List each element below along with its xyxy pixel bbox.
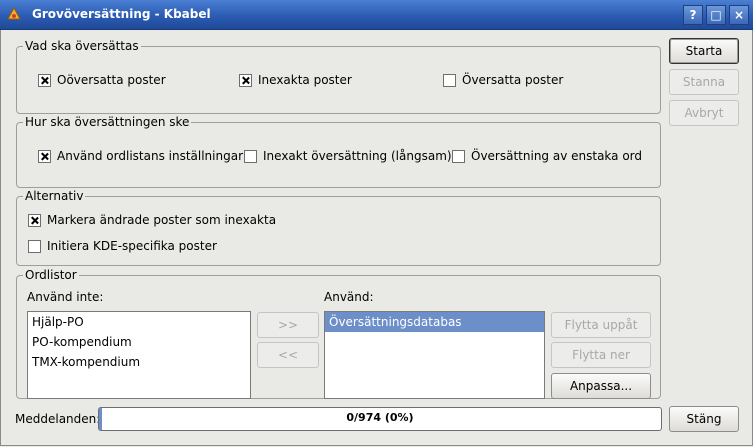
checkbox-unchecked-icon[interactable] [244,149,257,163]
checkbox-label: Initiera KDE-specifika poster [47,239,217,253]
customize-button[interactable]: Anpassa... [551,373,651,399]
group-title-how: Hur ska översättningen ske [23,115,192,129]
checkbox-label: Inexakt översättning (långsam) [263,149,452,163]
checkbox-label: Oöversatta poster [57,73,166,87]
list-item[interactable]: Hjälp-PO [28,312,250,332]
checkbox-checked-icon[interactable] [38,149,51,163]
checkbox-checked-icon[interactable] [28,213,41,227]
kbabel-app-icon [7,6,21,20]
add-dictionary-button[interactable]: >> [257,312,319,338]
group-how-to-translate: Hur ska översättningen ske Använd ordlis… [16,115,661,188]
used-dictionaries-list[interactable]: Översättningsdatabas [324,311,545,399]
checkbox-untranslated[interactable]: Oöversatta poster [38,73,166,87]
dialog-body: Vad ska översättas Oöversatta poster Ine… [0,30,753,446]
checkbox-label: Använd ordlistans inställningar [57,149,244,163]
group-dictionaries: Ordlistor Använd inte: Använd: Hjälp-PO … [16,268,661,399]
checkbox-fuzzy-translation[interactable]: Inexakt översättning (långsam) [244,149,452,163]
checkbox-unchecked-icon[interactable] [452,149,465,163]
group-title-what: Vad ska översättas [23,39,141,53]
start-button[interactable]: Starta [669,38,739,64]
list-item[interactable]: Översättningsdatabas [325,312,544,332]
messages-label: Meddelanden: [15,412,101,426]
close-icon[interactable]: × [729,5,749,25]
progress-text: 0/974 (0%) [346,411,414,424]
move-down-button[interactable]: Flytta ner [551,342,651,368]
checkbox-translated[interactable]: Översatta poster [443,73,563,87]
unused-dictionaries-label: Använd inte: [27,290,104,304]
group-what-to-translate: Vad ska översättas Oöversatta poster Ine… [16,39,661,114]
group-title-dictionaries: Ordlistor [23,268,79,282]
checkbox-label: Översatta poster [462,73,564,87]
checkbox-unchecked-icon[interactable] [28,239,41,253]
progress-bar: 0/974 (0%) [98,407,662,431]
checkbox-fuzzy[interactable]: Inexakta poster [239,73,352,87]
cancel-button[interactable]: Avbryt [669,100,739,126]
checkbox-checked-icon[interactable] [38,73,51,87]
move-up-button[interactable]: Flytta uppåt [551,312,651,338]
maximize-icon[interactable]: □ [706,5,726,25]
unused-dictionaries-list[interactable]: Hjälp-PO PO-kompendium TMX-kompendium [27,311,251,399]
checkbox-label: Markera ändrade poster som inexakta [47,213,277,227]
checkbox-label: Inexakta poster [258,73,352,87]
checkbox-init-kde-entries[interactable]: Initiera KDE-specifika poster [28,239,217,253]
window-title: Grovöversättning - Kbabel [32,7,211,21]
help-icon[interactable]: ? [683,5,703,25]
checkbox-mark-changed-fuzzy[interactable]: Markera ändrade poster som inexakta [28,213,276,227]
remove-dictionary-button[interactable]: << [257,342,319,368]
checkbox-label: Översättning av enstaka ord [471,149,643,163]
checkbox-use-dict-settings[interactable]: Använd ordlistans inställningar [38,149,243,163]
close-button[interactable]: Stäng [669,406,739,432]
group-title-options: Alternativ [23,189,86,203]
used-dictionaries-label: Använd: [324,290,374,304]
stop-button[interactable]: Stanna [669,69,739,95]
checkbox-single-word[interactable]: Översättning av enstaka ord [452,149,642,163]
list-item[interactable]: PO-kompendium [28,332,250,352]
list-item[interactable]: TMX-kompendium [28,352,250,372]
title-bar[interactable]: Grovöversättning - Kbabel ? □ × [0,0,753,30]
checkbox-checked-icon[interactable] [239,73,252,87]
group-options: Alternativ Markera ändrade poster som in… [16,189,661,266]
checkbox-unchecked-icon[interactable] [443,73,456,87]
